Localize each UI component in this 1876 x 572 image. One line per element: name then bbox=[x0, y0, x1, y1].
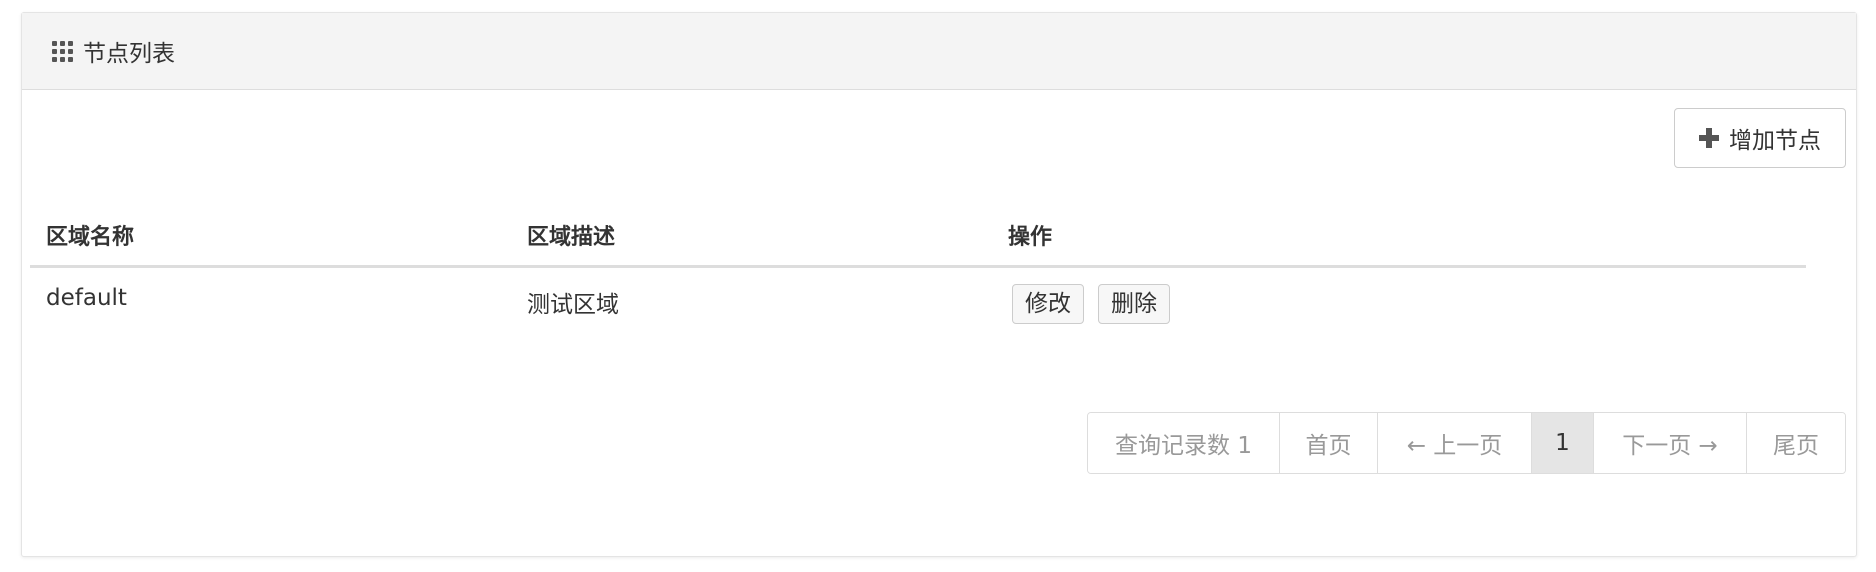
pagination: 查询记录数 1 首页 ← 上一页 1 下一页 → 尾页 bbox=[1087, 412, 1846, 474]
record-count: 查询记录数 1 bbox=[1088, 413, 1279, 473]
column-header-actions: 操作 bbox=[992, 205, 1806, 268]
cell-region-description: 测试区域 bbox=[527, 291, 619, 318]
next-page-link[interactable]: 下一页 → bbox=[1593, 413, 1746, 473]
node-table: 区域名称 区域描述 操作 default 测试区域 修改 删除 bbox=[30, 205, 1806, 341]
prev-page-link[interactable]: ← 上一页 bbox=[1377, 413, 1531, 473]
cell-region-name: default bbox=[46, 284, 127, 311]
table-header-row: 区域名称 区域描述 操作 bbox=[30, 205, 1806, 268]
plus-icon bbox=[1699, 128, 1719, 148]
column-header-region-description: 区域描述 bbox=[511, 205, 992, 268]
last-page-link[interactable]: 尾页 bbox=[1746, 413, 1845, 473]
cell-actions: 修改 删除 bbox=[992, 266, 1806, 341]
column-header-region-name: 区域名称 bbox=[30, 205, 511, 268]
add-node-label: 增加节点 bbox=[1729, 128, 1821, 154]
delete-button[interactable]: 删除 bbox=[1098, 284, 1170, 325]
add-node-button[interactable]: 增加节点 bbox=[1674, 108, 1846, 168]
current-page[interactable]: 1 bbox=[1531, 413, 1593, 473]
panel-header: 节点列表 bbox=[22, 13, 1856, 90]
edit-button[interactable]: 修改 bbox=[1012, 284, 1084, 325]
table-row: default 测试区域 修改 删除 bbox=[30, 266, 1806, 341]
grid-icon bbox=[52, 40, 73, 62]
panel-title: 节点列表 bbox=[83, 41, 175, 67]
first-page-link[interactable]: 首页 bbox=[1279, 413, 1377, 473]
